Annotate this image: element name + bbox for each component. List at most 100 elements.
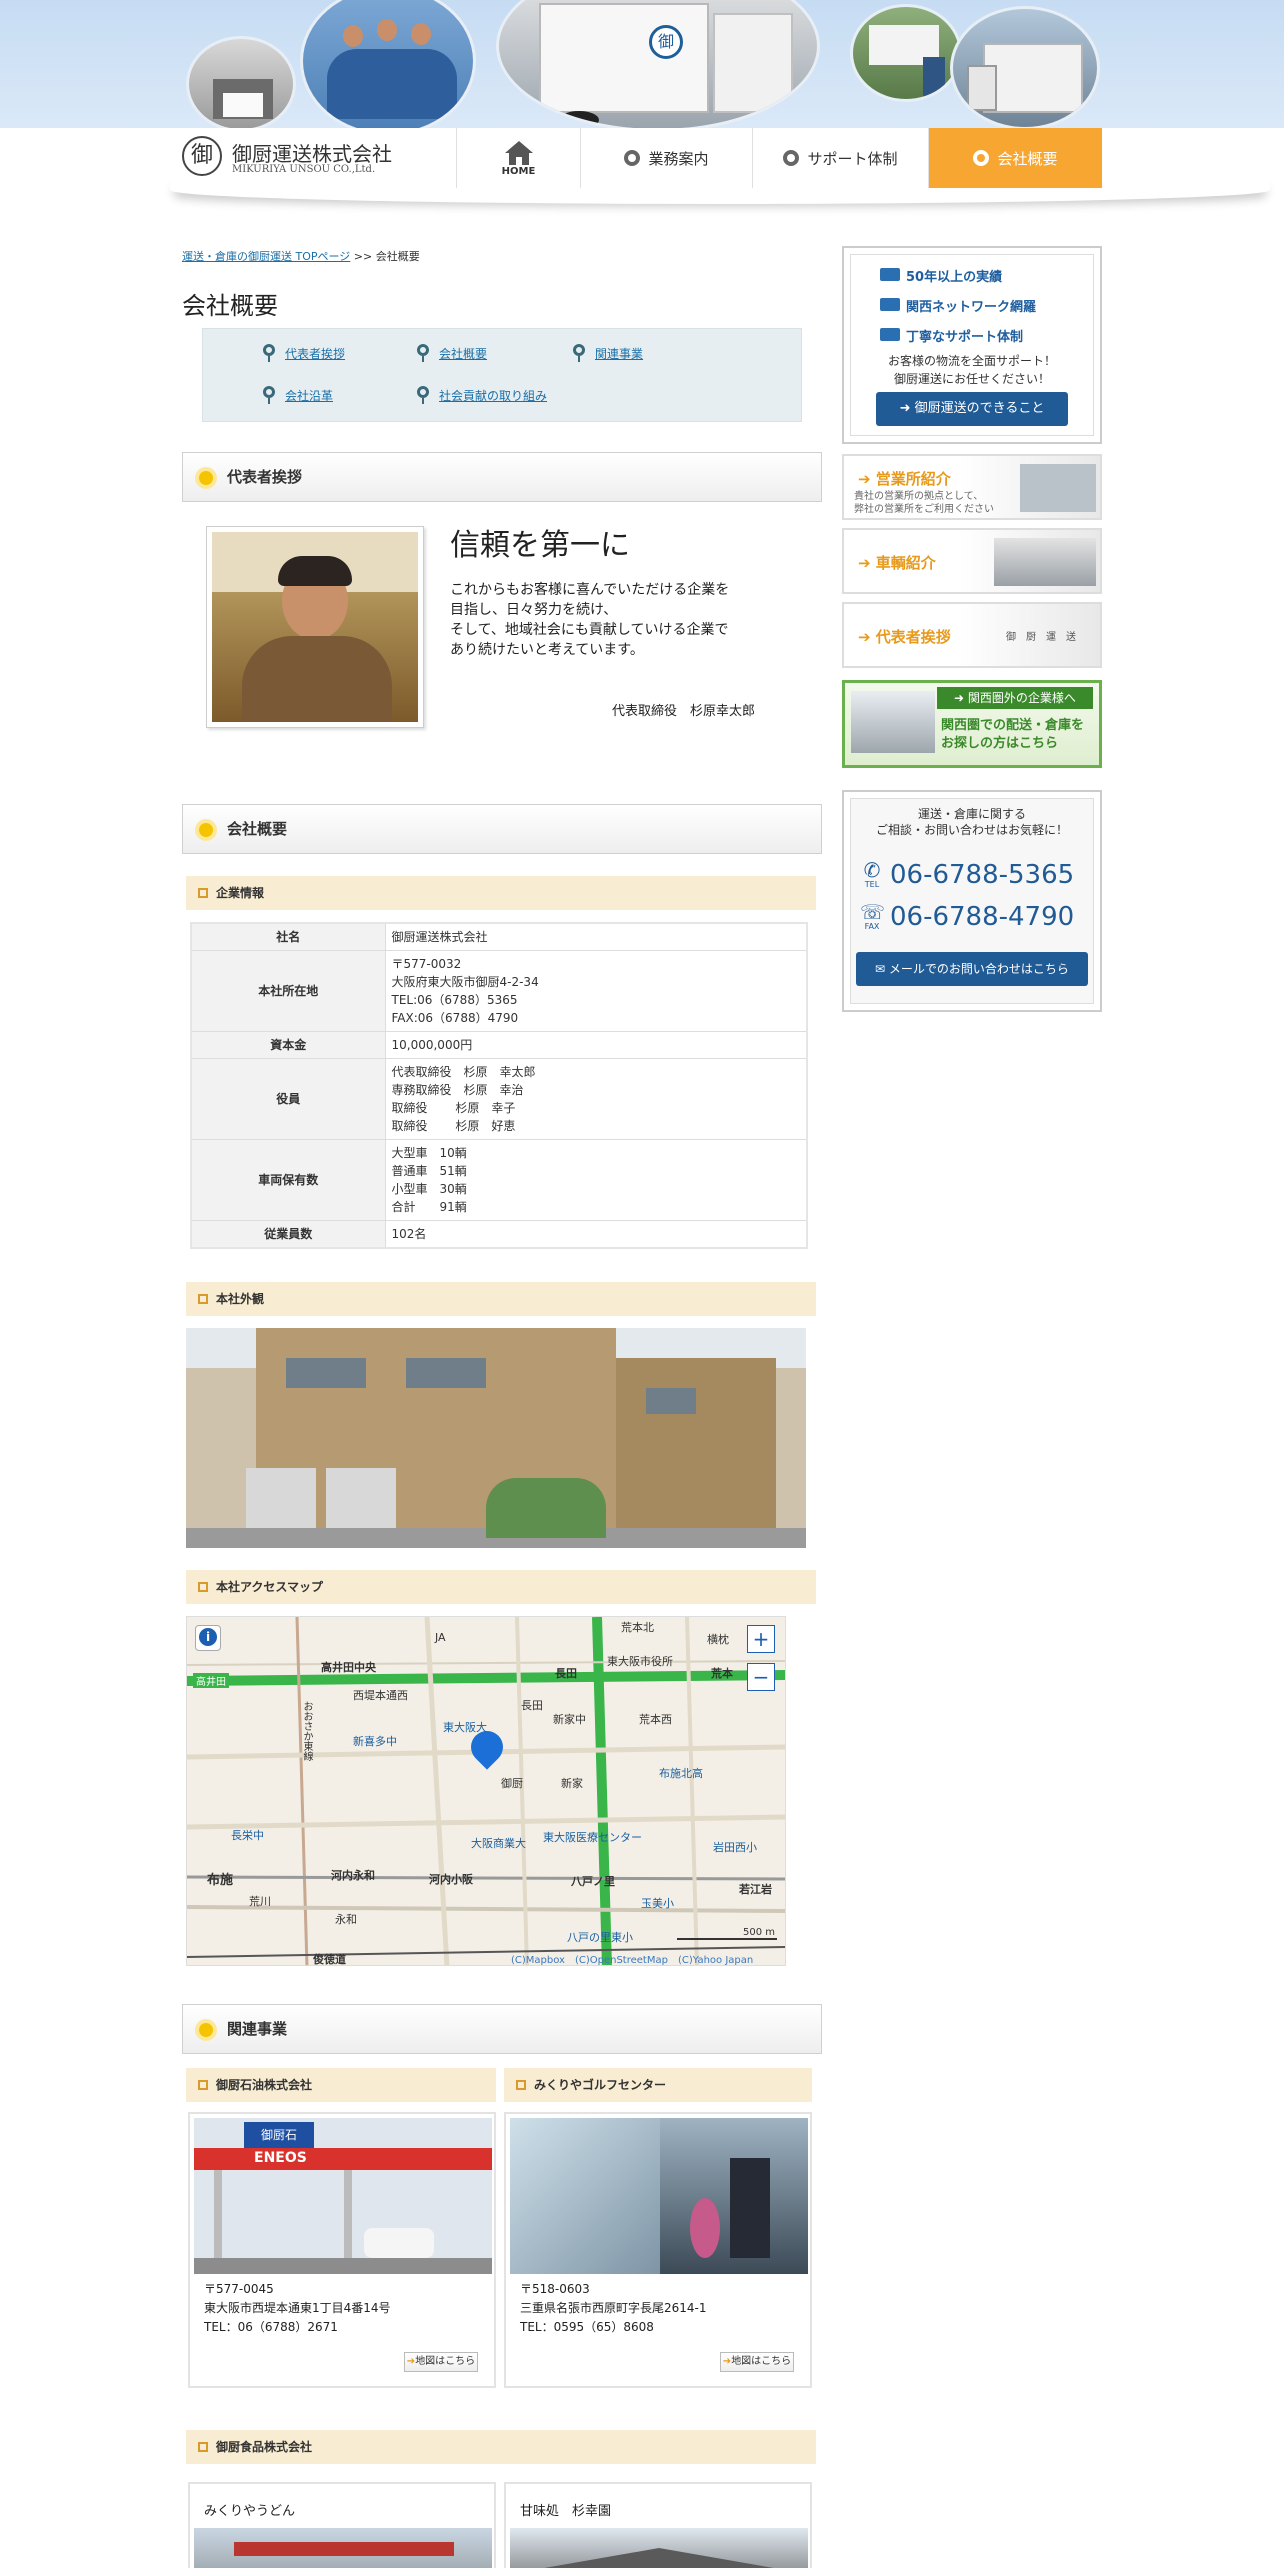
feature-text: お客様の物流を全面サポート！ 御厨運送にお任せください！	[887, 354, 1056, 386]
section-overview-title: 会社概要	[227, 820, 288, 838]
headquarters-photo	[186, 1328, 806, 1548]
circle-bullet-icon	[973, 150, 990, 166]
arrow-right-icon: ➔	[858, 628, 876, 646]
fax-icon: ☏ FAX	[860, 900, 886, 931]
map-credits: (C)Mapbox (C)OpenStreetMap (C)Yahoo Japa…	[511, 1955, 754, 1966]
access-map[interactable]: i + − 高井田中央 長田 荒本 高井田 西堤本通西 東大阪市役所 荒本北 横…	[186, 1616, 786, 1966]
company-info-heading: 企業情報	[186, 876, 816, 910]
map-scale: 500 m	[677, 1927, 777, 1940]
home-icon	[504, 140, 533, 165]
section-bullet-icon	[195, 2019, 217, 2041]
sweets-shop-photo	[510, 2528, 808, 2568]
table-row: 車両保有数 大型車 10輌 普通車 51輌 小型車 30輌 合計 91輌	[190, 1139, 808, 1221]
truck-photo	[851, 691, 935, 753]
vehicles-photo	[994, 538, 1096, 586]
table-row: 社名 御厨運送株式会社	[190, 922, 808, 951]
trucks-photo: 御	[496, 0, 820, 132]
sidebar-banner-offices[interactable]: ➔ 営業所紹介 貴社の営業所の拠点として、 弊社の営業所をご利用ください	[842, 454, 1102, 520]
related-card-golf: 〒518-0603 三重県名張市西原町字長尾2614-1 TEL：0595（65…	[504, 2112, 812, 2388]
related-company-heading: みくりやゴルフセンター	[504, 2068, 812, 2102]
contact-tel[interactable]: 06-6788-5365	[890, 860, 1074, 890]
phone-icon: ✆ TEL	[863, 858, 881, 889]
subnav-greeting[interactable]: 代表者挨拶	[263, 344, 345, 362]
table-row: 従業員数 102名	[190, 1220, 808, 1249]
greeting-catchphrase: 信頼を第一に	[450, 528, 630, 563]
feature-experience: 50年以上の実績	[880, 266, 1002, 285]
udon-shop-photo	[194, 2528, 492, 2568]
page-subnav: 代表者挨拶 会社概要 関連事業 会社沿革 社会貢献の取り組み	[202, 328, 802, 422]
golf-center-photo	[510, 2118, 808, 2274]
nav-company-label: 会社概要	[997, 149, 1058, 168]
oil-map-button[interactable]: ➔地図はこちら	[404, 2352, 478, 2372]
table-row: 役員 代表取締役 杉原 幸太郎 専務取締役 杉原 幸治 取締役 杉原 幸子 取締役 杉原…	[190, 1058, 808, 1140]
square-bullet-icon	[198, 1294, 208, 1304]
arrow-right-icon: ➔	[858, 554, 876, 572]
company-logo[interactable]: 御 御厨運送株式会社 MIKURIYA UNSOU CO.,Ltd.	[182, 134, 442, 182]
company-name-en: MIKURIYA UNSOU CO.,Ltd.	[232, 164, 376, 175]
president-signature: 代表取締役 杉原幸太郎	[612, 704, 756, 719]
nav-company[interactable]: 会社概要	[928, 128, 1102, 188]
table-row: 資本金 10,000,000円	[190, 1031, 808, 1059]
sidebar-banner-greeting[interactable]: ➔ 代表者挨拶 御 厨 運 送	[842, 602, 1102, 668]
related-card-oil: ENEOS 御厨石 〒577-0045 東大阪市西堤本通東1丁目4番14号 TE…	[188, 2112, 496, 2388]
office-photo	[1020, 464, 1096, 512]
section-related-title: 関連事業	[227, 2020, 288, 2038]
breadcrumb-top-link[interactable]: 運送・倉庫の御厨運送 TOPページ	[182, 250, 350, 263]
warehouse-photo	[186, 36, 296, 132]
nav-support-label: サポート体制	[807, 149, 898, 168]
header-banner: 御	[0, 0, 1284, 136]
greeting-message: これからもお客様に喜んでいただける企業を 目指し、日々努力を続け、 そして、地域…	[450, 582, 730, 658]
circle-bullet-icon	[783, 150, 800, 166]
breadcrumb: 運送・倉庫の御厨運送 TOPページ >> 会社概要	[182, 248, 420, 264]
sidebar-banner-vehicles[interactable]: ➔ 車輌紹介	[842, 528, 1102, 594]
nav-home-label: HOME	[501, 165, 536, 177]
truck-photo	[950, 6, 1100, 130]
subnav-overview[interactable]: 会社概要	[417, 344, 487, 362]
feature-support: 丁寧なサポート体制	[880, 326, 1023, 345]
section-greeting-title: 代表者挨拶	[227, 468, 303, 486]
breadcrumb-current: 会社概要	[375, 250, 420, 263]
map-labels: 高井田中央 長田 荒本 高井田 西堤本通西 東大阪市役所 荒本北 横枕 JA 新…	[187, 1617, 785, 1965]
sidebar-banner-kansai[interactable]: ➜ 関西圏外の企業様へ 関西圏での配送・倉庫を お探しの方はこちら	[842, 680, 1102, 768]
square-bullet-icon	[516, 2080, 526, 2090]
square-bullet-icon	[198, 888, 208, 898]
nav-services[interactable]: 業務案内	[580, 128, 752, 188]
subnav-related[interactable]: 関連事業	[573, 344, 643, 362]
arrow-right-icon: ➔	[858, 470, 876, 488]
exterior-heading: 本社外観	[186, 1282, 816, 1316]
feature-button[interactable]: ➜ 御厨運送のできること	[876, 392, 1068, 426]
nav-support[interactable]: サポート体制	[752, 128, 928, 188]
food-card-sweets: 甘味処 杉幸園	[504, 2482, 812, 2568]
gas-station-photo: ENEOS 御厨石	[194, 2118, 492, 2274]
related-company-heading: 御厨石油株式会社	[186, 2068, 496, 2102]
golf-map-button[interactable]: ➔地図はこちら	[720, 2352, 794, 2372]
subnav-history[interactable]: 会社沿革	[263, 386, 333, 404]
section-bullet-icon	[195, 819, 217, 841]
access-map-heading: 本社アクセスマップ	[186, 1570, 816, 1604]
arrow-right-icon: ➜	[954, 691, 968, 705]
section-greeting-header: 代表者挨拶	[182, 452, 822, 502]
driver-photo	[850, 4, 962, 102]
nav-home[interactable]: HOME	[456, 128, 580, 188]
logo-mark: 御	[182, 136, 222, 176]
feature-network: 関西ネットワーク網羅	[880, 296, 1036, 315]
mail-contact-button[interactable]: ✉ メールでのお問い合わせはこちら	[856, 952, 1088, 986]
sidebar-contact: 運送・倉庫に関する ご相談・お問い合わせはお気軽に！ ✆ TEL 06-6788…	[842, 790, 1102, 1012]
mail-icon: ✉	[875, 962, 889, 976]
staff-photo	[300, 0, 476, 136]
food-card-udon: みくりやうどん	[188, 2482, 496, 2568]
president-photo	[206, 526, 424, 728]
circle-bullet-icon	[624, 150, 641, 166]
nav-services-label: 業務案内	[648, 149, 709, 168]
company-name: 御厨運送株式会社	[232, 142, 392, 166]
section-bullet-icon	[195, 467, 217, 489]
breadcrumb-separator: >>	[353, 250, 373, 263]
oil-address: 〒577-0045 東大阪市西堤本通東1丁目4番14号 TEL：06（6788）…	[204, 2282, 391, 2334]
square-bullet-icon	[198, 2080, 208, 2090]
contact-fax: 06-6788-4790	[890, 902, 1075, 932]
page-title: 会社概要	[182, 292, 278, 320]
contact-intro: 運送・倉庫に関する ご相談・お問い合わせはお気軽に！	[875, 807, 1068, 837]
subnav-csr[interactable]: 社会貢献の取り組み	[417, 386, 547, 404]
sidebar-features: 50年以上の実績 関西ネットワーク網羅 丁寧なサポート体制 お客様の物流を全面サ…	[842, 246, 1102, 444]
square-bullet-icon	[198, 1582, 208, 1592]
